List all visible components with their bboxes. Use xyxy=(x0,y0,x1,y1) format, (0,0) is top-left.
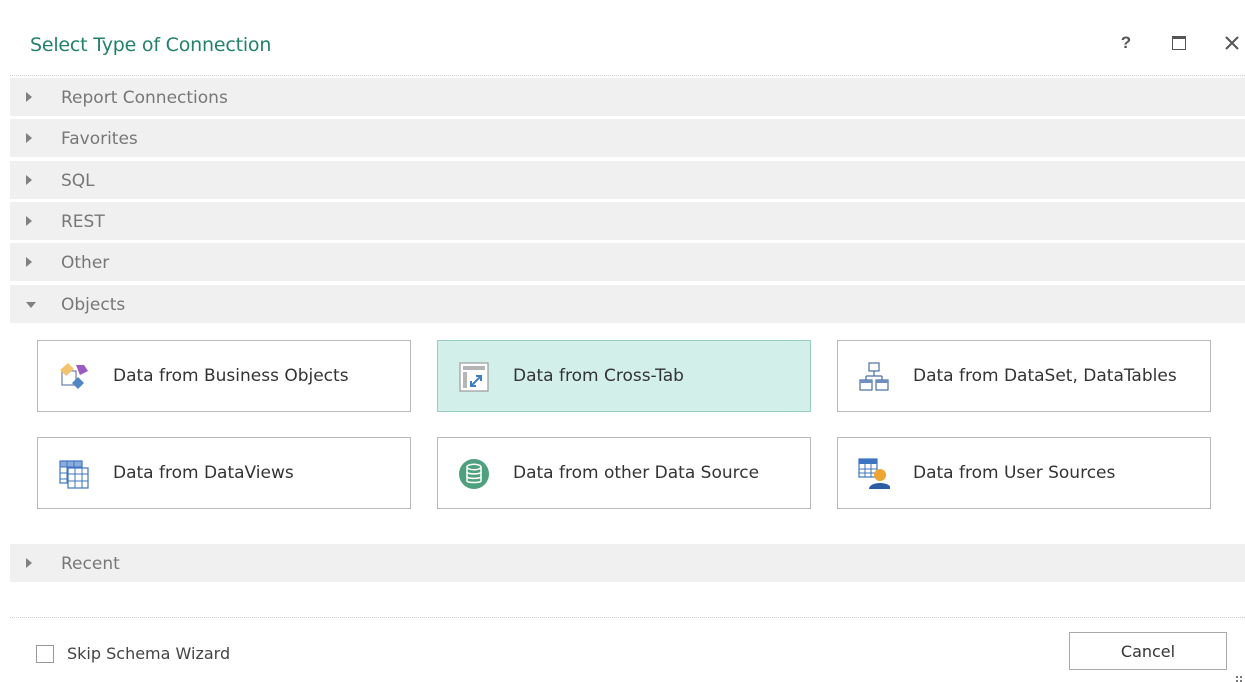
group-label: Recent xyxy=(61,554,120,574)
cancel-button[interactable]: Cancel xyxy=(1069,632,1227,670)
item-label: Data from User Sources xyxy=(913,463,1116,483)
business-objects-icon xyxy=(60,363,88,389)
user-sources-icon xyxy=(858,458,890,489)
expand-arrow-icon xyxy=(26,558,32,568)
expand-arrow-icon xyxy=(26,257,32,267)
database-icon xyxy=(459,459,489,489)
item-other-data-source[interactable]: Data from other Data Source xyxy=(437,437,811,509)
skip-schema-label: Skip Schema Wizard xyxy=(67,644,231,663)
item-user-sources[interactable]: Data from User Sources xyxy=(837,437,1211,509)
item-dataviews[interactable]: Data from DataViews xyxy=(37,437,411,509)
item-label: Data from DataViews xyxy=(113,463,294,483)
maximize-icon xyxy=(1172,36,1186,50)
select-connection-dialog: Select Type of Connection ? Report Conne… xyxy=(10,11,1245,682)
dialog-footer: Skip Schema Wizard Cancel xyxy=(10,617,1245,682)
maximize-button[interactable] xyxy=(1167,31,1191,55)
expand-arrow-icon xyxy=(26,92,32,102)
dataviews-icon xyxy=(59,460,89,489)
item-label: Data from Business Objects xyxy=(113,366,349,386)
close-icon xyxy=(1225,36,1239,50)
help-button[interactable]: ? xyxy=(1114,31,1138,55)
group-sql[interactable]: SQL xyxy=(10,161,1245,199)
dataset-icon xyxy=(859,362,889,391)
close-button[interactable] xyxy=(1220,31,1244,55)
group-favorites[interactable]: Favorites xyxy=(10,119,1245,157)
group-other[interactable]: Other xyxy=(10,243,1245,281)
group-label: Objects xyxy=(61,295,126,315)
collapse-arrow-icon xyxy=(26,302,36,308)
dialog-titlebar: Select Type of Connection ? xyxy=(10,11,1245,76)
item-label: Data from other Data Source xyxy=(513,463,760,483)
group-label: SQL xyxy=(61,171,95,191)
resize-grip-icon[interactable] xyxy=(1236,676,1242,682)
group-report-connections[interactable]: Report Connections xyxy=(10,78,1245,116)
item-label: Data from Cross-Tab xyxy=(513,366,684,386)
objects-items-panel: Data from Business Objects Data from Cro… xyxy=(10,323,1245,543)
item-business-objects[interactable]: Data from Business Objects xyxy=(37,340,411,412)
dialog-title: Select Type of Connection xyxy=(30,34,272,56)
expand-arrow-icon xyxy=(26,175,32,185)
group-recent[interactable]: Recent xyxy=(10,544,1245,582)
item-cross-tab[interactable]: Data from Cross-Tab xyxy=(437,340,811,412)
group-label: Favorites xyxy=(61,129,138,149)
group-label: REST xyxy=(61,212,105,232)
cross-tab-icon xyxy=(459,362,489,392)
group-label: Other xyxy=(61,253,110,273)
item-label: Data from DataSet, DataTables xyxy=(913,366,1177,386)
group-objects[interactable]: Objects xyxy=(10,285,1245,323)
group-label: Report Connections xyxy=(61,88,228,108)
group-rest[interactable]: REST xyxy=(10,202,1245,240)
skip-schema-checkbox[interactable] xyxy=(36,645,54,663)
expand-arrow-icon xyxy=(26,216,32,226)
expand-arrow-icon xyxy=(26,133,32,143)
item-dataset[interactable]: Data from DataSet, DataTables xyxy=(837,340,1211,412)
